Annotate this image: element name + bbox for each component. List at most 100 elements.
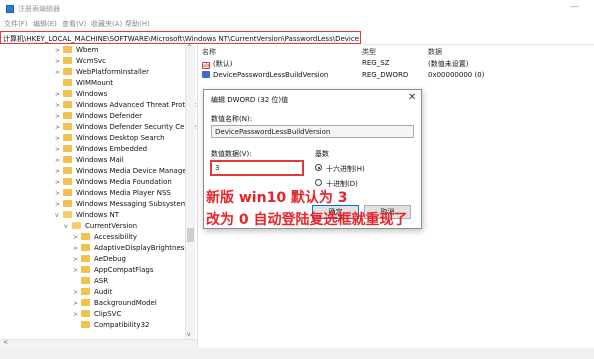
- title-bar: 注册表编辑器 —: [0, 0, 594, 18]
- close-icon[interactable]: ✕: [408, 92, 416, 103]
- chevron-right-icon[interactable]: >: [73, 234, 81, 241]
- tree-item[interactable]: > Windows Media Foundation: [55, 178, 172, 188]
- chevron-right-icon[interactable]: >: [55, 157, 63, 164]
- tree-item[interactable]: > Windows Embedded: [55, 145, 147, 155]
- chevron-right-icon[interactable]: >: [55, 47, 63, 54]
- tree-item[interactable]: > WebPlatformInstaller: [55, 68, 149, 78]
- folder-icon: [81, 255, 90, 262]
- menu-bar: 文件(F) 编辑(E) 查看(V) 收藏夹(A) 帮助(H): [0, 19, 594, 30]
- registry-tree: > Wbem > WcmSvc > WebPlatformInstaller WIMMoun…: [0, 45, 197, 339]
- minimize-button[interactable]: —: [570, 2, 579, 12]
- menu-view[interactable]: 查看(V): [62, 19, 86, 29]
- menu-favorites[interactable]: 收藏夹(A): [91, 19, 122, 29]
- scroll-left-icon[interactable]: <: [3, 339, 8, 346]
- tree-item[interactable]: > Audit: [73, 288, 112, 298]
- menu-help[interactable]: 帮助(H): [125, 19, 150, 29]
- tree-item-label: Windows Messaging Subsystem: [76, 200, 188, 208]
- chevron-right-icon[interactable]: >: [55, 102, 63, 109]
- tree-item[interactable]: ASR: [73, 277, 108, 287]
- chevron-right-icon[interactable]: >: [55, 91, 63, 98]
- annotation-line-2: 改为 0 自动登陆复选框就重现了: [206, 212, 408, 228]
- address-bar[interactable]: 计算机\HKEY_LOCAL_MACHINE\SOFTWARE\Microsof…: [0, 31, 361, 44]
- tree-item-label: Windows Media Device Manager: [76, 167, 190, 175]
- value-name-field[interactable]: DevicePasswordLessBuildVersion: [211, 125, 414, 138]
- address-bar-extension: [362, 31, 594, 45]
- chevron-right-icon[interactable]: >: [55, 58, 63, 65]
- hex-radio[interactable]: [315, 164, 322, 171]
- chevron-down-icon[interactable]: v: [55, 212, 63, 219]
- value-data: 0x00000000 (0): [428, 71, 485, 79]
- tree-item[interactable]: Compatibility32: [73, 321, 149, 331]
- tree-vertical-scrollbar[interactable]: ^ v: [185, 44, 195, 341]
- menu-file[interactable]: 文件(F): [4, 19, 28, 29]
- status-bar: [0, 348, 594, 359]
- hex-radio-label[interactable]: 十六进制(H): [326, 164, 365, 174]
- tree-item[interactable]: > ClipSVC: [73, 310, 121, 320]
- tree-item[interactable]: v Windows NT: [55, 211, 119, 221]
- tree-item-label: Windows Defender: [76, 112, 143, 120]
- tree-item-label: WebPlatformInstaller: [76, 68, 150, 76]
- folder-icon: [63, 167, 72, 174]
- tree-item-label: AeDebug: [94, 255, 126, 263]
- value-data-input[interactable]: 3: [210, 160, 304, 176]
- tree-item[interactable]: > Windows Messaging Subsystem: [55, 200, 188, 210]
- scroll-thumb[interactable]: [187, 228, 194, 242]
- chevron-right-icon[interactable]: >: [73, 311, 81, 318]
- column-header-name[interactable]: 名称: [202, 47, 216, 57]
- tree-item[interactable]: > Windows: [55, 90, 107, 100]
- tree-item[interactable]: > Windows Mail: [55, 156, 124, 166]
- tree-item[interactable]: > AppCompatFlags: [73, 266, 154, 276]
- tree-item[interactable]: > BackgroundModel: [73, 299, 157, 309]
- chevron-right-icon[interactable]: >: [55, 69, 63, 76]
- chevron-right-icon[interactable]: >: [55, 190, 63, 197]
- tree-item[interactable]: > AeDebug: [73, 255, 126, 265]
- tree-item-label: AdaptiveDisplayBrightness: [94, 244, 189, 252]
- folder-icon: [63, 112, 72, 119]
- tree-horizontal-scrollbar[interactable]: <: [0, 339, 197, 348]
- list-row-device-passwordless[interactable]: DevicePasswordLessBuildVersion: [202, 71, 328, 79]
- chevron-right-icon[interactable]: >: [55, 179, 63, 186]
- chevron-right-icon[interactable]: >: [55, 113, 63, 120]
- tree-item[interactable]: > Wbem: [55, 46, 99, 56]
- tree-item[interactable]: > Accessibility: [73, 233, 137, 243]
- tree-item[interactable]: > AdaptiveDisplayBrightness: [73, 244, 188, 254]
- tree-item[interactable]: > Windows Desktop Search: [55, 134, 165, 144]
- window-title: 注册表编辑器: [18, 5, 60, 13]
- decimal-radio[interactable]: [315, 179, 322, 186]
- column-header-data[interactable]: 数据: [428, 47, 442, 57]
- scroll-down-icon[interactable]: v: [187, 331, 191, 338]
- tree-item[interactable]: > Windows Advanced Threat Protect: [55, 101, 196, 111]
- tree-item-label: Windows Embedded: [76, 145, 148, 153]
- tree-item[interactable]: v CurrentVersion: [64, 222, 137, 232]
- folder-icon: [63, 156, 72, 163]
- chevron-right-icon[interactable]: >: [73, 245, 81, 252]
- chevron-right-icon[interactable]: >: [55, 124, 63, 131]
- tree-item[interactable]: > Windows Media Player NSS: [55, 189, 171, 199]
- pane-splitter[interactable]: [197, 45, 198, 347]
- column-header-type[interactable]: 类型: [362, 47, 376, 57]
- tree-item[interactable]: > Windows Defender: [55, 112, 142, 122]
- scroll-up-icon[interactable]: ^: [187, 44, 192, 51]
- menu-edit[interactable]: 编辑(E): [33, 19, 57, 29]
- tree-item[interactable]: > WcmSvc: [55, 57, 106, 67]
- chevron-right-icon[interactable]: >: [55, 146, 63, 153]
- tree-item-label: Audit: [94, 288, 113, 296]
- tree-item[interactable]: > Windows Media Device Manager: [55, 167, 190, 177]
- chevron-right-icon[interactable]: >: [73, 267, 81, 274]
- chevron-right-icon[interactable]: >: [55, 201, 63, 208]
- chevron-right-icon[interactable]: >: [55, 168, 63, 175]
- chevron-down-icon[interactable]: v: [64, 223, 72, 230]
- chevron-right-icon[interactable]: >: [55, 135, 63, 142]
- folder-icon: [81, 233, 90, 240]
- tree-item[interactable]: WIMMount: [55, 79, 113, 89]
- list-row-default[interactable]: ab (默认): [202, 59, 232, 69]
- folder-icon: [63, 134, 72, 141]
- chevron-right-icon[interactable]: >: [73, 300, 81, 307]
- chevron-right-icon[interactable]: >: [73, 256, 81, 263]
- tree-item-label: Windows Media Player NSS: [76, 189, 171, 197]
- chevron-right-icon[interactable]: >: [73, 289, 81, 296]
- tree-item[interactable]: > Windows Defender Security Cente: [55, 123, 196, 133]
- tree-item-label: Windows Defender Security Cente: [76, 123, 196, 131]
- regedit-app-icon: [6, 5, 14, 13]
- folder-icon: [63, 200, 72, 207]
